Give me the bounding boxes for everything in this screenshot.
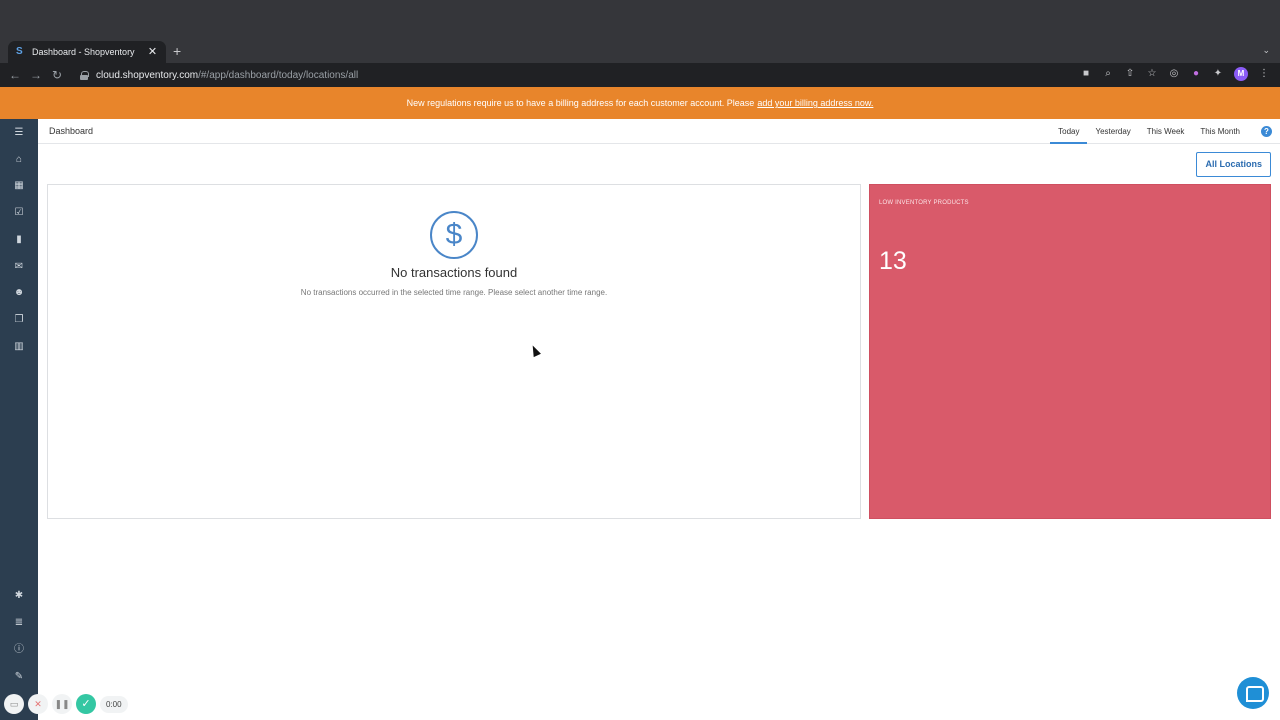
low-inventory-card[interactable]: LOW INVENTORY PRODUCTS 13 [869,184,1271,519]
tab-title: Dashboard - Shopventory [32,47,135,57]
url-host: cloud.shopventory.com [96,69,199,81]
close-icon[interactable]: ✕ [147,46,158,58]
reload-icon[interactable]: ↻ [52,68,62,82]
no-transactions-title: No transactions found [390,265,518,280]
recording-widget: ▭ ✕ ❚❚ ✓ 0:00 [4,694,128,714]
low-inventory-label: LOW INVENTORY PRODUCTS [879,200,969,206]
chart-icon[interactable]: ▥ [12,340,26,354]
browser-tabstrip: S Dashboard - Shopventory ✕ + ⌄ [0,0,1280,63]
grid-icon[interactable]: ▦ [12,179,26,193]
browser-toolbar: ← → ↻ cloud.shopventory.com/#/app/dashbo… [0,63,1280,87]
transactions-panel: $ No transactions found No transactions … [47,184,861,519]
cancel-recording-icon[interactable]: ✕ [28,694,48,714]
sidebar: ☰ ⌂ ▦ ☑ ▮ ✉ ☻ ❐ ▥ ✱ ≣ ⓘ ✎ [0,119,38,720]
puzzle-icon[interactable]: ✦ [1212,68,1224,80]
finish-recording-icon[interactable]: ✓ [76,694,96,714]
main-content: Dashboard Today Yesterday This Week This… [38,119,1280,720]
share-icon[interactable]: ⇧ [1124,68,1136,80]
home-icon[interactable]: ⌂ [12,153,26,167]
back-arrow-icon[interactable]: ← [9,68,21,82]
documents-icon[interactable]: ❐ [12,313,26,327]
page-header: Dashboard Today Yesterday This Week This… [38,119,1280,144]
shopventory-favicon-icon: S [16,46,23,57]
profile-avatar[interactable]: M [1234,67,1248,81]
tab-search-icon[interactable]: ⌄ [1262,45,1270,56]
lock-icon[interactable] [80,70,89,80]
all-locations-button[interactable]: All Locations [1196,152,1271,177]
dollar-icon: $ [430,211,478,259]
address-bar[interactable]: cloud.shopventory.com/#/app/dashboard/to… [72,66,1252,84]
url-path: /#/app/dashboard/today/locations/all [198,69,359,81]
star-icon[interactable]: ☆ [1146,68,1158,80]
billing-address-link[interactable]: add your billing address now. [757,98,873,108]
extension-color-icon[interactable]: ● [1190,68,1202,80]
chat-icon[interactable] [1237,677,1269,709]
wrench-icon[interactable]: ✎ [12,670,26,684]
checklist-icon[interactable]: ☑ [12,206,26,220]
billing-banner: New regulations require us to have a bil… [0,87,1280,119]
tab-yesterday[interactable]: Yesterday [1087,119,1138,144]
users-icon[interactable]: ☻ [12,286,26,300]
forward-arrow-icon[interactable]: → [30,68,42,82]
low-inventory-count: 13 [879,247,907,275]
toolbar-icons: ■ ⌕ ⇧ ☆ ◎ ● ✦ M ⋮ [1080,67,1270,81]
new-tab-button[interactable]: + [173,44,181,58]
pause-icon[interactable]: ❚❚ [52,694,72,714]
page-title: Dashboard [49,126,94,136]
camera-icon[interactable]: ■ [1080,68,1092,80]
bug-icon[interactable]: ✱ [12,589,26,603]
tab-this-week[interactable]: This Week [1139,119,1193,144]
time-range-tabs: Today Yesterday This Week This Month [1050,119,1248,144]
envelope-icon[interactable]: ✉ [12,260,26,274]
info-icon[interactable]: ⓘ [12,643,26,657]
tab-today[interactable]: Today [1050,119,1088,144]
no-transactions-description: No transactions occurred in the selected… [300,288,608,297]
extension-icon[interactable]: ◎ [1168,68,1180,80]
more-icon[interactable]: ⋮ [1258,68,1270,80]
tab-this-month[interactable]: This Month [1192,119,1248,144]
list-icon[interactable]: ≣ [12,616,26,630]
book-icon[interactable]: ▮ [12,233,26,247]
camera-toggle-icon[interactable]: ▭ [4,694,24,714]
help-icon[interactable]: ? [1261,126,1272,137]
banner-text: New regulations require us to have a bil… [406,98,755,108]
browser-tab[interactable]: S Dashboard - Shopventory ✕ [8,41,166,63]
zoom-icon[interactable]: ⌕ [1102,68,1114,80]
menu-icon[interactable]: ☰ [12,126,26,140]
recording-timer: 0:00 [100,695,128,713]
